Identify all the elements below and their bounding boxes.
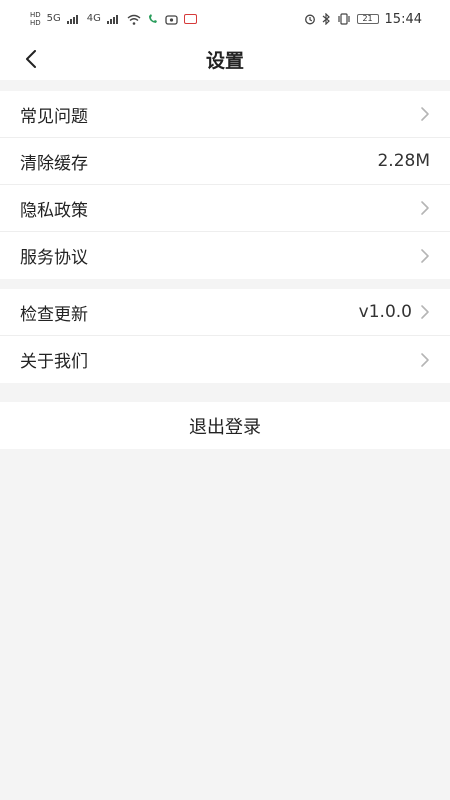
status-time: 15:44 [384,11,422,27]
settings-group-2: 检查更新 v1.0.0 关于我们 [0,289,450,383]
status-bar-left: HD HD 5G 4G [30,11,197,27]
page-title: 设置 [205,49,244,72]
setting-item-right [420,248,430,264]
vibrate-icon [337,13,350,25]
wifi-icon [127,14,141,25]
setting-item-right [420,200,430,216]
setting-item-about-us[interactable]: 关于我们 [0,336,450,383]
bluetooth-icon [322,13,330,25]
setting-item-privacy-policy[interactable]: 隐私政策 [0,185,450,232]
logout-label: 退出登录 [189,416,261,438]
setting-item-faq[interactable]: 常见问题 [0,91,450,138]
chevron-right-icon [421,352,429,367]
chevron-right-icon [421,107,429,121]
setting-item-right: 2.28M [377,151,430,171]
chevron-right-icon [421,248,429,263]
setting-item-label: 清除缓存 [20,153,88,174]
logout-button[interactable]: 退出登录 [0,402,450,449]
back-button[interactable] [14,42,48,76]
hd-top-label: HD [30,11,41,19]
hd-indicator: HD HD [30,11,41,27]
app-notification-icon [165,14,178,25]
setting-item-label: 隐私政策 [20,200,88,221]
setting-item-label: 检查更新 [20,304,88,325]
setting-item-label: 常见问题 [20,106,88,127]
nav-bar: 设置 [0,38,450,80]
setting-item-service-agreement[interactable]: 服务协议 [0,232,450,279]
chevron-left-icon [26,50,36,68]
net-5g-label: 5G [46,13,61,24]
red-notification-icon [183,14,197,24]
call-icon [148,13,157,23]
setting-item-label: 服务协议 [20,248,88,268]
setting-item-label: 关于我们 [20,352,88,372]
hd-bottom-label: HD [30,19,41,27]
setting-item-right [420,106,430,122]
signal-icon [66,15,78,24]
battery-icon: 21 [356,14,379,24]
alarm-icon [304,14,315,25]
signal-icon-2 [106,15,118,24]
net-4g-label: 4G [86,13,101,24]
setting-item-right: v1.0.0 [359,302,430,322]
setting-item-check-update[interactable]: 检查更新 v1.0.0 [0,289,450,336]
chevron-right-icon [421,305,429,319]
cache-size-value: 2.28M [377,151,430,171]
setting-item-right [420,352,430,368]
settings-group-1: 常见问题 清除缓存 2.28M 隐私政策 服务协议 [0,91,450,279]
chevron-right-icon [421,201,429,215]
version-value: v1.0.0 [358,302,412,322]
setting-item-clear-cache[interactable]: 清除缓存 2.28M [0,138,450,185]
status-bar-right: 21 15:44 [304,12,422,27]
status-bar: HD HD 5G 4G 21 15:44 [0,0,450,38]
